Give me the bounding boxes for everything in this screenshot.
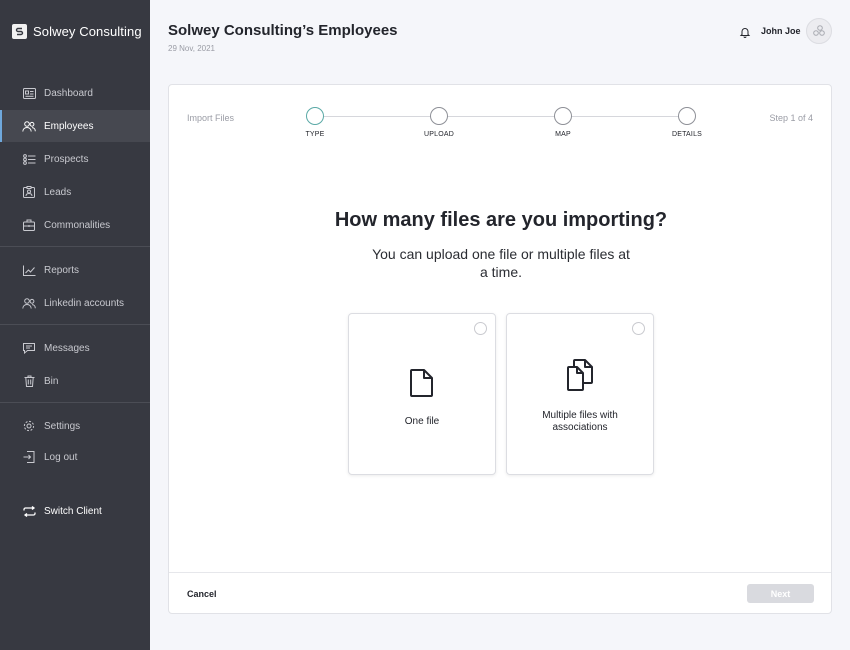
sidebar-item-label: Bin — [44, 375, 59, 387]
briefcase-icon — [22, 218, 36, 232]
sidebar-item-label: Log out — [44, 451, 78, 463]
sidebar-item-switch-client[interactable]: Switch Client — [0, 495, 150, 527]
sidebar-item-label: Settings — [44, 420, 81, 432]
wizard-label: Import Files — [187, 113, 235, 123]
brand[interactable]: Solwey Consulting — [12, 24, 142, 39]
sidebar-item-employees[interactable]: Employees — [0, 110, 150, 142]
step-label: TYPE — [305, 131, 325, 138]
sidebar-item-settings[interactable]: Settings — [0, 410, 150, 442]
step-label: DETAILS — [671, 131, 703, 138]
step-indicator: Step 1 of 4 — [769, 113, 813, 123]
s-logo-icon — [12, 24, 27, 39]
user-name[interactable]: John Joe — [761, 26, 801, 36]
step-circle — [678, 107, 696, 125]
cancel-button[interactable]: Cancel — [187, 589, 217, 599]
wizard-subtitle: You can upload one file or multiple file… — [372, 246, 630, 280]
sidebar-divider — [0, 324, 150, 325]
trash-icon — [22, 374, 36, 388]
chart-icon — [22, 263, 36, 277]
step-label: UPLOAD — [424, 131, 454, 138]
page-title: Solwey Consulting’s Employees — [168, 22, 398, 39]
sidebar-item-label: Switch Client — [44, 505, 102, 517]
step-type[interactable]: TYPE — [285, 107, 345, 138]
sidebar-item-label: Commonalities — [44, 219, 111, 231]
step-map[interactable]: MAP — [533, 107, 593, 138]
sidebar-item-label: Linkedin accounts — [44, 297, 125, 309]
sidebar-item-reports[interactable]: Reports — [0, 254, 150, 286]
sidebar-item-linkedin-accounts[interactable]: Linkedin accounts — [0, 287, 150, 319]
file-icon — [409, 368, 435, 403]
sidebar: Solwey Consulting Dashboard Employees Pr… — [0, 0, 150, 650]
bell-icon[interactable] — [739, 25, 751, 38]
users-icon — [22, 119, 36, 133]
step-details[interactable]: DETAILS — [657, 107, 717, 138]
option-radio[interactable] — [632, 322, 645, 335]
wizard-question: How many files are you importing? — [334, 209, 668, 231]
stepper-line — [315, 116, 687, 117]
sidebar-item-label: Messages — [44, 342, 90, 354]
sidebar-item-label: Prospects — [44, 153, 89, 165]
gear-icon — [22, 419, 36, 433]
users-icon — [22, 296, 36, 310]
sidebar-item-label: Leads — [44, 186, 72, 198]
logout-icon — [22, 450, 36, 464]
option-label: One file — [404, 416, 440, 427]
sidebar-item-messages[interactable]: Messages — [0, 332, 150, 364]
footer-divider — [169, 572, 831, 573]
checklist-icon — [22, 152, 36, 166]
avatar[interactable] — [806, 18, 832, 44]
next-button[interactable]: Next — [747, 584, 814, 603]
sidebar-item-prospects[interactable]: Prospects — [0, 143, 150, 175]
switch-icon — [22, 504, 36, 518]
page-date: 29 Nov, 2021 — [168, 44, 215, 53]
sidebar-divider — [0, 402, 150, 403]
step-circle — [554, 107, 572, 125]
option-label: Multiple files with associations — [542, 410, 618, 433]
option-multiple-files[interactable]: Multiple files with associations — [506, 313, 654, 475]
option-radio[interactable] — [474, 322, 487, 335]
sidebar-item-label: Dashboard — [44, 87, 93, 99]
files-icon — [565, 358, 595, 397]
sidebar-item-label: Employees — [44, 120, 94, 132]
sidebar-item-leads[interactable]: Leads — [0, 176, 150, 208]
sidebar-item-commonalities[interactable]: Commonalities — [0, 209, 150, 241]
sidebar-divider — [0, 246, 150, 247]
step-circle — [306, 107, 324, 125]
sidebar-item-label: Reports — [44, 264, 80, 276]
step-upload[interactable]: UPLOAD — [409, 107, 469, 138]
step-label: MAP — [555, 131, 571, 138]
sidebar-item-log-out[interactable]: Log out — [0, 441, 150, 473]
message-icon — [22, 341, 36, 355]
sidebar-item-dashboard[interactable]: Dashboard — [0, 77, 150, 109]
import-wizard-card: Import Files Step 1 of 4 TYPE UPLOAD MAP… — [168, 84, 832, 614]
step-circle — [430, 107, 448, 125]
dashboard-icon — [22, 86, 36, 100]
option-one-file[interactable]: One file — [348, 313, 496, 475]
brand-name: Solwey Consulting — [33, 24, 142, 39]
sidebar-item-bin[interactable]: Bin — [0, 365, 150, 397]
badge-icon — [22, 185, 36, 199]
